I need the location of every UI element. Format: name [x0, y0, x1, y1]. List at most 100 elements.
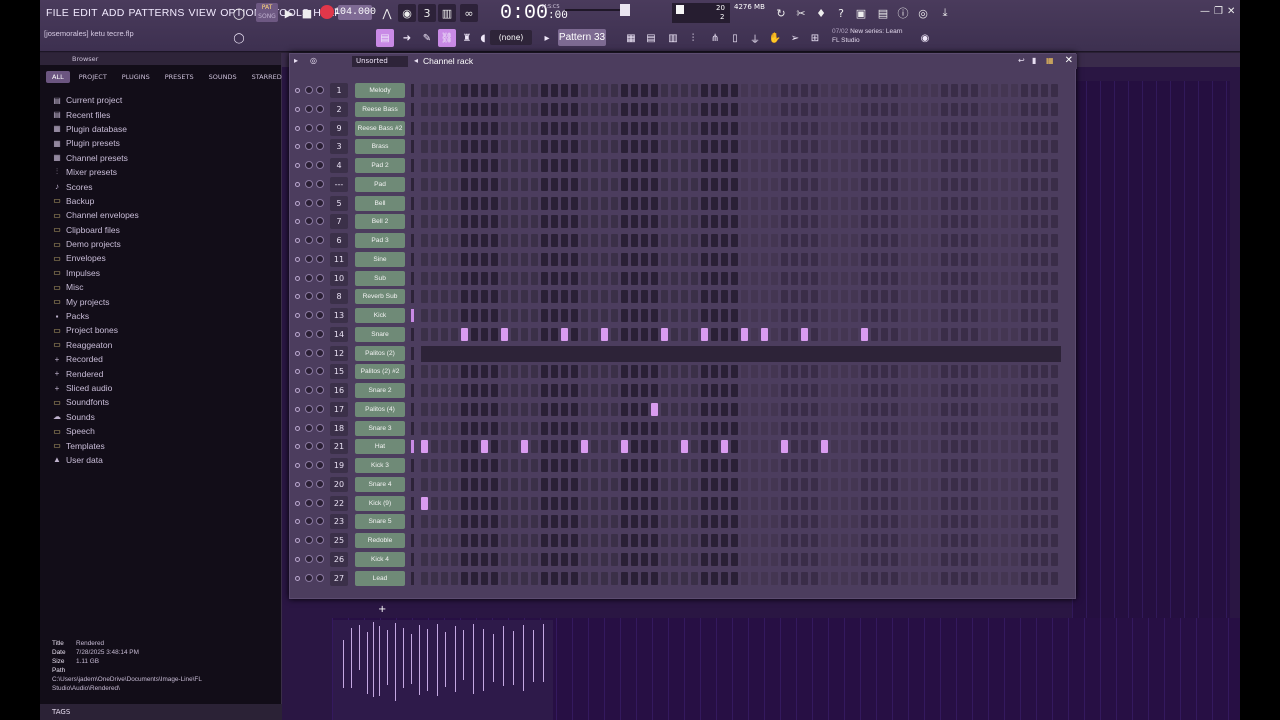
- step-button[interactable]: [681, 84, 688, 97]
- step-button[interactable]: [611, 515, 618, 529]
- step-button[interactable]: [541, 215, 548, 229]
- step-button[interactable]: [721, 309, 728, 322]
- step-button[interactable]: [451, 234, 458, 247]
- step-button[interactable]: [441, 290, 448, 304]
- step-button[interactable]: [621, 196, 628, 210]
- step-button[interactable]: [961, 477, 968, 491]
- step-button[interactable]: [991, 440, 998, 454]
- step-button[interactable]: [1031, 252, 1038, 266]
- step-button[interactable]: [961, 140, 968, 154]
- step-button[interactable]: [641, 84, 648, 97]
- step-button[interactable]: [621, 252, 628, 266]
- step-button[interactable]: [761, 121, 768, 135]
- step-button[interactable]: [501, 440, 508, 454]
- step-button[interactable]: [711, 252, 718, 266]
- step-button[interactable]: [1021, 515, 1028, 529]
- step-button[interactable]: [771, 402, 778, 416]
- step-button[interactable]: [901, 121, 908, 135]
- channel-volume-knob[interactable]: [316, 554, 324, 563]
- step-button[interactable]: [621, 496, 628, 510]
- step-button[interactable]: [901, 515, 908, 529]
- step-button[interactable]: [811, 421, 818, 435]
- step-button[interactable]: [781, 534, 788, 547]
- step-button[interactable]: [431, 477, 438, 491]
- step-button[interactable]: [751, 159, 758, 172]
- channel-mute-led[interactable]: [295, 331, 300, 337]
- step-button[interactable]: [461, 384, 468, 397]
- step-button[interactable]: [701, 515, 708, 529]
- step-button[interactable]: [701, 234, 708, 247]
- step-button[interactable]: [671, 552, 678, 566]
- step-button[interactable]: [871, 177, 878, 191]
- step-button[interactable]: [711, 196, 718, 210]
- step-button[interactable]: [771, 271, 778, 285]
- step-button[interactable]: [471, 327, 478, 341]
- step-button[interactable]: [831, 252, 838, 266]
- step-button[interactable]: [1001, 121, 1008, 135]
- step-button[interactable]: [641, 515, 648, 529]
- step-button[interactable]: [741, 515, 748, 529]
- step-button[interactable]: [601, 234, 608, 247]
- step-button[interactable]: [651, 196, 658, 210]
- step-button[interactable]: [971, 271, 978, 285]
- step-button[interactable]: [761, 252, 768, 266]
- step-button[interactable]: [741, 159, 748, 172]
- step-button[interactable]: [831, 159, 838, 172]
- channel-mixer-track[interactable]: 11: [330, 251, 348, 267]
- step-button[interactable]: [531, 159, 538, 172]
- step-button[interactable]: [921, 421, 928, 435]
- step-button[interactable]: [611, 571, 618, 585]
- step-button[interactable]: [521, 84, 528, 97]
- step-button[interactable]: [481, 365, 488, 379]
- step-button[interactable]: [621, 215, 628, 229]
- step-button[interactable]: [891, 365, 898, 379]
- step-button[interactable]: [751, 384, 758, 397]
- step-button[interactable]: [581, 515, 588, 529]
- step-button[interactable]: [781, 121, 788, 135]
- step-button[interactable]: [1041, 459, 1048, 472]
- channel-mixer-track[interactable]: 9: [330, 120, 348, 136]
- step-button[interactable]: [991, 384, 998, 397]
- step-button[interactable]: [961, 84, 968, 97]
- step-button[interactable]: [551, 571, 558, 585]
- step-button[interactable]: [1001, 327, 1008, 341]
- step-button[interactable]: [591, 215, 598, 229]
- step-button[interactable]: [901, 552, 908, 566]
- step-button[interactable]: [631, 402, 638, 416]
- news-icon[interactable]: ◉: [916, 29, 934, 47]
- step-button[interactable]: [941, 440, 948, 454]
- channel-select-indicator[interactable]: [411, 121, 414, 135]
- step-button[interactable]: [761, 159, 768, 172]
- step-button[interactable]: [721, 365, 728, 379]
- step-button[interactable]: [821, 177, 828, 191]
- step-button[interactable]: [421, 234, 428, 247]
- step-button[interactable]: [901, 365, 908, 379]
- step-button[interactable]: [551, 102, 558, 116]
- step-button[interactable]: [1011, 234, 1018, 247]
- step-button[interactable]: [891, 327, 898, 341]
- step-button[interactable]: [711, 84, 718, 97]
- channel-pan-knob[interactable]: [305, 386, 313, 394]
- step-button[interactable]: [851, 159, 858, 172]
- step-button[interactable]: [851, 459, 858, 472]
- step-button[interactable]: [481, 196, 488, 210]
- step-button[interactable]: [1011, 365, 1018, 379]
- step-button[interactable]: [711, 440, 718, 454]
- channel-volume-knob[interactable]: [316, 479, 324, 488]
- channel-pan-knob[interactable]: [305, 536, 313, 544]
- step-button[interactable]: [1001, 421, 1008, 435]
- step-button[interactable]: [581, 552, 588, 566]
- step-button[interactable]: [941, 84, 948, 97]
- step-button[interactable]: [621, 552, 628, 566]
- step-button[interactable]: [821, 140, 828, 154]
- step-button[interactable]: [911, 365, 918, 379]
- step-button[interactable]: [981, 84, 988, 97]
- step-button[interactable]: [551, 84, 558, 97]
- step-button[interactable]: [861, 84, 868, 97]
- step-button[interactable]: [421, 140, 428, 154]
- browser-tab-sounds[interactable]: SOUNDS: [203, 71, 243, 83]
- step-button[interactable]: [751, 552, 758, 566]
- step-button[interactable]: [921, 534, 928, 547]
- step-button[interactable]: [791, 365, 798, 379]
- step-button[interactable]: [791, 402, 798, 416]
